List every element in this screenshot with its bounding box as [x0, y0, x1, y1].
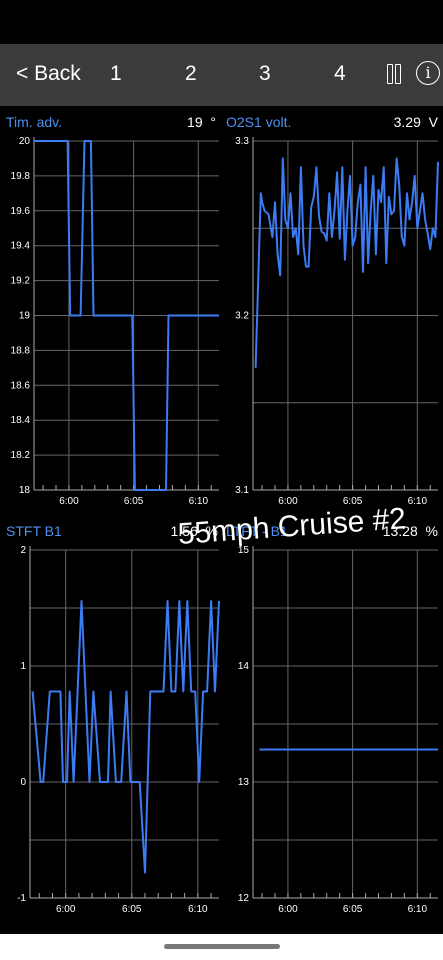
- y-tick-label: 18.8: [11, 345, 31, 356]
- system-nav-bar: [0, 934, 443, 960]
- y-tick-label: 2: [20, 545, 26, 556]
- y-tick-label: 19: [19, 311, 31, 322]
- x-tick-label: 6:05: [124, 496, 144, 507]
- page-tab-2[interactable]: 2: [185, 62, 197, 86]
- pause-icon[interactable]: [387, 64, 403, 84]
- y-tick-label: 13: [238, 777, 250, 788]
- y-tick-label: 0: [20, 777, 26, 788]
- y-tick-label: 19.2: [11, 276, 31, 287]
- x-tick-label: 6:10: [188, 904, 208, 915]
- toolbar: < Back 1 2 3 4 i: [0, 44, 443, 106]
- y-tick-label: 12: [238, 893, 250, 904]
- y-tick-label: -1: [17, 893, 26, 904]
- x-tick-label: 6:10: [408, 904, 428, 915]
- x-tick-label: 6:00: [278, 904, 298, 915]
- y-tick-label: 3.1: [235, 485, 249, 496]
- y-tick-label: 3.2: [235, 311, 249, 322]
- x-tick-label: 6:05: [343, 904, 363, 915]
- x-tick-label: 6:10: [189, 496, 209, 507]
- x-tick-label: 6:00: [278, 496, 298, 507]
- y-tick-label: 20: [19, 136, 31, 147]
- y-tick-label: 18.4: [11, 415, 31, 426]
- x-tick-label: 6:05: [122, 904, 142, 915]
- series-line: [31, 600, 220, 874]
- x-tick-label: 6:00: [59, 496, 79, 507]
- x-tick-label: 6:10: [408, 496, 428, 507]
- y-tick-label: 18: [19, 485, 31, 496]
- home-handle[interactable]: [164, 944, 280, 949]
- gauge-area: Tim. adv. 19 ° O2S1 volt. 3.29 V STFT B1…: [0, 106, 443, 934]
- y-tick-label: 19.4: [11, 241, 31, 252]
- y-tick-label: 19.8: [11, 171, 31, 182]
- y-tick-label: 18.2: [11, 450, 31, 461]
- series-line: [254, 157, 439, 368]
- back-button[interactable]: < Back: [16, 62, 81, 86]
- page-tab-1[interactable]: 1: [110, 62, 122, 86]
- status-bar: [0, 0, 443, 44]
- x-tick-label: 6:00: [56, 904, 76, 915]
- y-tick-label: 19.6: [11, 206, 31, 217]
- y-tick-label: 14: [238, 661, 250, 672]
- y-tick-label: 18.6: [11, 380, 31, 391]
- page-tab-4[interactable]: 4: [334, 62, 346, 86]
- page-tab-3[interactable]: 3: [259, 62, 271, 86]
- info-icon[interactable]: i: [416, 61, 440, 85]
- y-tick-label: 3.3: [235, 136, 249, 147]
- y-tick-label: 1: [20, 661, 26, 672]
